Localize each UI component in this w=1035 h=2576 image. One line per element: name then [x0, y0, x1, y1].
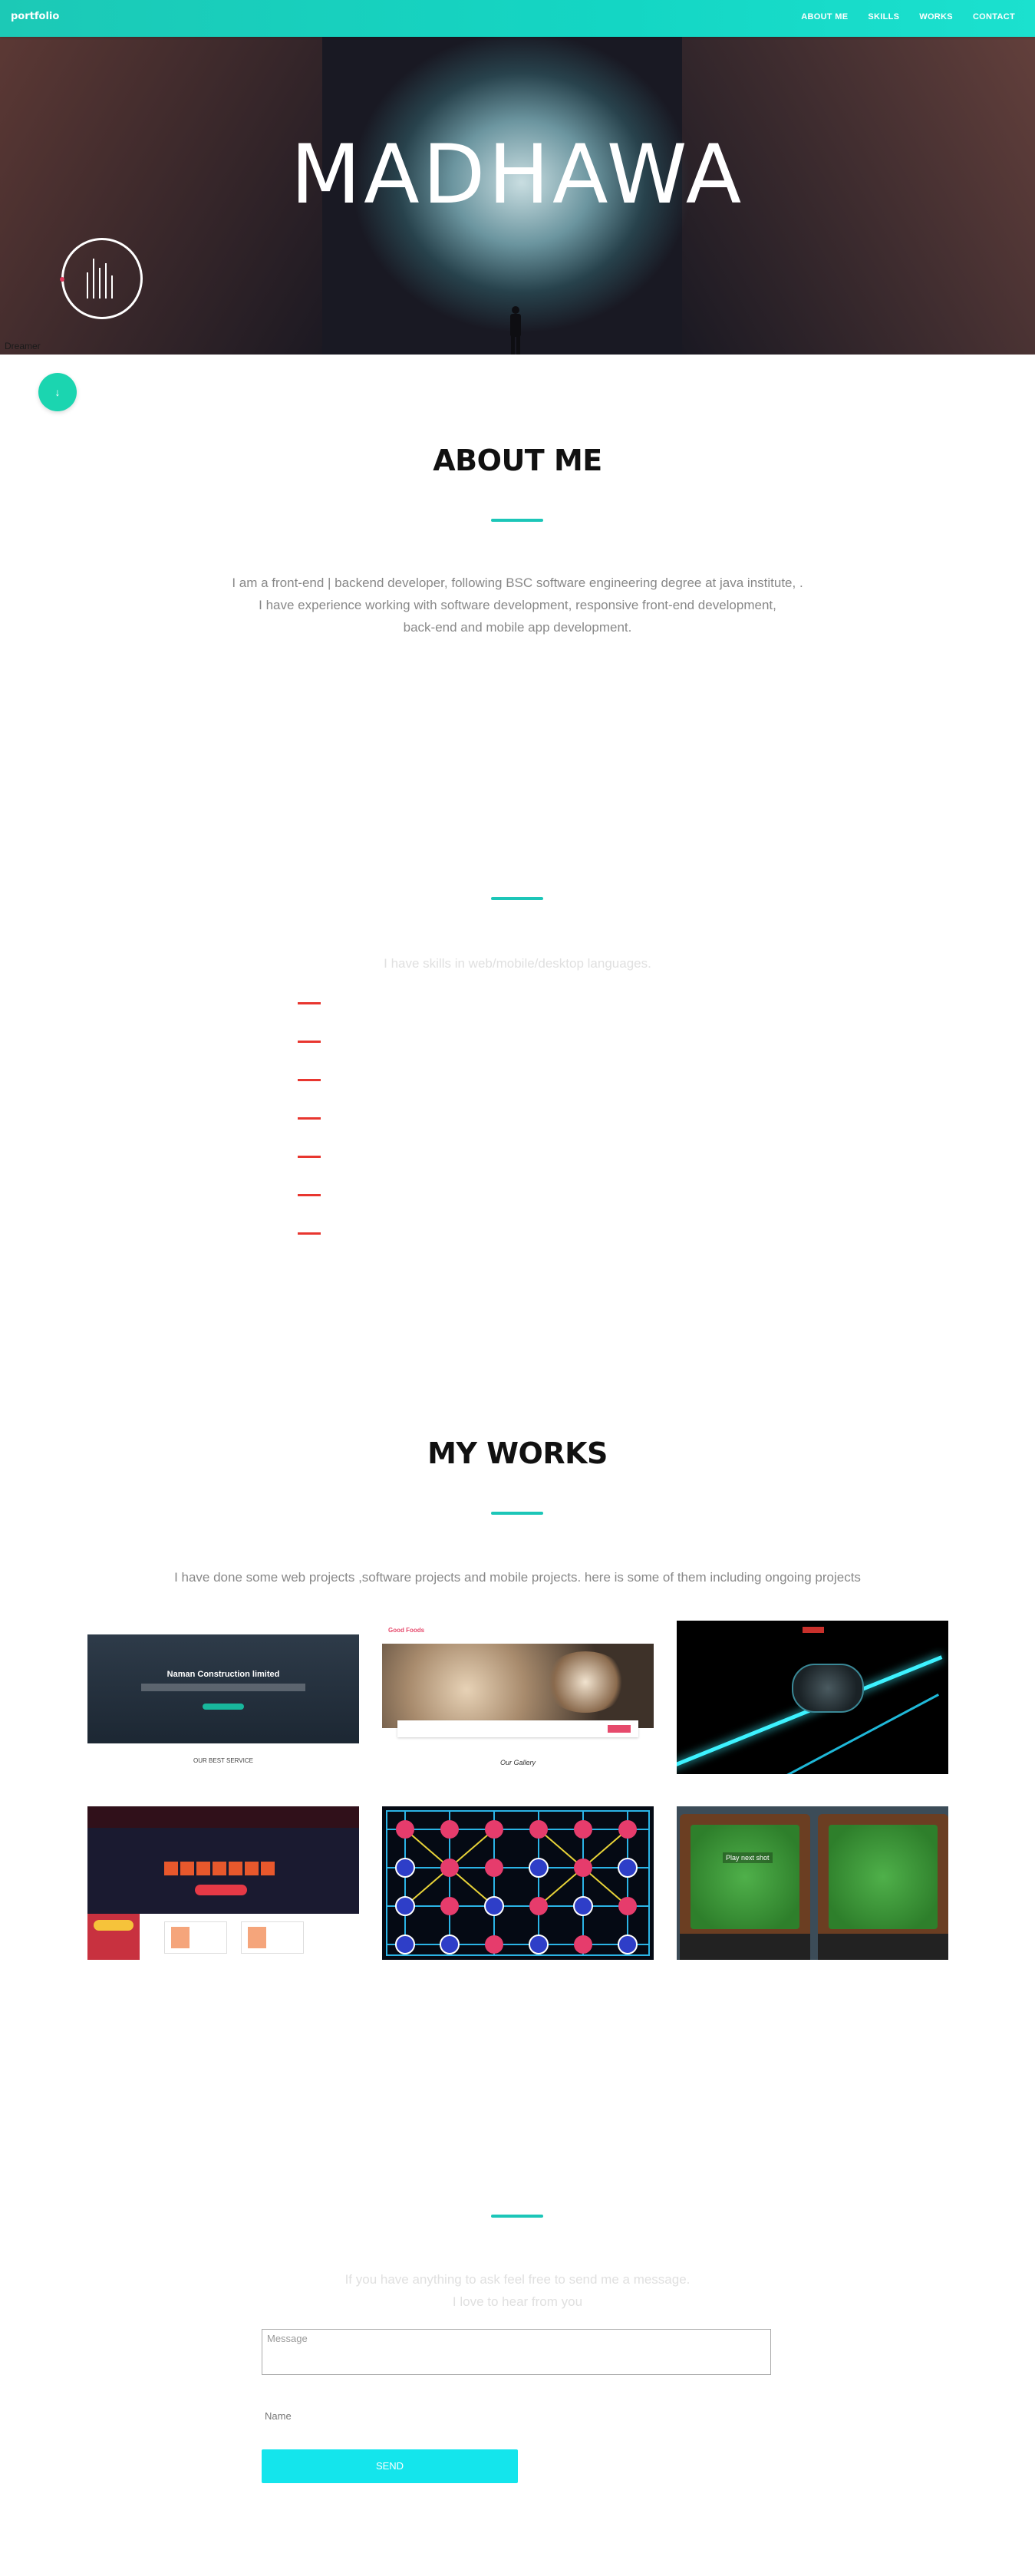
- skill-bar-6: [298, 1194, 321, 1196]
- hero-silhouette: [510, 306, 521, 355]
- nav-works[interactable]: WORKS: [919, 12, 953, 21]
- pool-hint: Play next shot: [723, 1852, 773, 1863]
- about-divider: [491, 519, 543, 522]
- work-thumb-topbar: [87, 1806, 359, 1828]
- message-field[interactable]: Message: [262, 2329, 771, 2375]
- work-food-site[interactable]: Good Foods Our Gallery: [382, 1621, 654, 1774]
- pool-table-screen-1: [680, 1814, 810, 1960]
- contact-intro-line-2: I love to hear from you: [452, 2294, 583, 2309]
- contact-intro: If you have anything to ask feel free to…: [0, 2268, 1035, 2313]
- work-3d-game[interactable]: [677, 1621, 948, 1774]
- work-thumb-vehicle: [792, 1664, 864, 1713]
- send-button[interactable]: SEND: [262, 2449, 518, 2483]
- work-thumb-banner: Naman Construction limited: [87, 1634, 359, 1743]
- skill-bar-1: [298, 1002, 321, 1004]
- music-toggle-button[interactable]: [60, 238, 143, 319]
- work-thumb-button: [195, 1885, 247, 1895]
- work-thumb-cta: [203, 1704, 244, 1710]
- skills-divider: [491, 897, 543, 900]
- about-line-2: I have experience working with software …: [259, 598, 776, 612]
- hero-caption: Dreamer: [5, 341, 41, 351]
- work-construction-site[interactable]: Naman Construction limited OUR BEST SERV…: [87, 1621, 359, 1774]
- work-thumb-image: [382, 1644, 654, 1728]
- work-board-game[interactable]: [382, 1806, 654, 1960]
- nav-about-me[interactable]: ABOUT ME: [801, 12, 848, 21]
- work-thumb-card-1: [164, 1921, 227, 1954]
- work-thumb-sidebar: [87, 1914, 140, 1960]
- music-indicator-dot: [60, 277, 64, 282]
- nav-contact[interactable]: CONTACT: [973, 12, 1015, 21]
- about-text: I am a front-end | backend developer, fo…: [0, 572, 1035, 638]
- work-thumb-headline: Good Foods: [388, 1627, 425, 1634]
- work-thumb-caption: Our Gallery: [499, 1759, 536, 1766]
- nav-skills[interactable]: SKILLS: [868, 12, 899, 21]
- name-field[interactable]: Name: [262, 2406, 771, 2428]
- top-navbar: portfolio ABOUT ME SKILLS WORKS CONTACT: [0, 0, 1035, 37]
- brand-logo[interactable]: portfolio: [11, 11, 59, 22]
- work-thumb-logo: [803, 1627, 824, 1633]
- works-divider: [491, 1512, 543, 1515]
- work-web-app[interactable]: [87, 1806, 359, 1960]
- hero-title: MADHAWA: [290, 127, 745, 222]
- about-title: ABOUT ME: [433, 444, 602, 477]
- hero-banner: MADHAWA: [0, 37, 1035, 355]
- about-line-3: back-end and mobile app development.: [403, 620, 632, 635]
- skills-intro: I have skills in web/mobile/desktop lang…: [384, 956, 651, 971]
- work-thumb-strip: [397, 1720, 638, 1737]
- work-thumb-steps: [164, 1862, 275, 1875]
- scroll-down-button[interactable]: ↓: [38, 373, 77, 411]
- skill-bar-5: [298, 1156, 321, 1158]
- nav-links: ABOUT ME SKILLS WORKS CONTACT: [801, 12, 1015, 21]
- skill-bar-3: [298, 1079, 321, 1081]
- works-title: MY WORKS: [427, 1436, 608, 1470]
- contact-divider: [491, 2215, 543, 2218]
- about-line-1: I am a front-end | backend developer, fo…: [232, 576, 803, 590]
- work-thumb-caption: OUR BEST SERVICE: [193, 1757, 253, 1764]
- board-game-graphic: [386, 1810, 650, 1956]
- skill-bar-7: [298, 1232, 321, 1235]
- contact-intro-line-1: If you have anything to ask feel free to…: [344, 2272, 691, 2287]
- pool-table-screen-2: [818, 1814, 948, 1960]
- work-thumb-card-2: [241, 1921, 304, 1954]
- skill-bar-4: [298, 1117, 321, 1120]
- skill-bar-2: [298, 1041, 321, 1043]
- work-thumb-hero: [87, 1828, 359, 1914]
- work-thumb-headline: Naman Construction limited: [166, 1670, 280, 1679]
- work-thumb-subtitle-bar: [141, 1684, 305, 1691]
- equalizer-icon: [87, 259, 117, 298]
- works-intro: I have done some web projects ,software …: [174, 1570, 861, 1585]
- work-pool-game[interactable]: Play next shot: [677, 1806, 948, 1960]
